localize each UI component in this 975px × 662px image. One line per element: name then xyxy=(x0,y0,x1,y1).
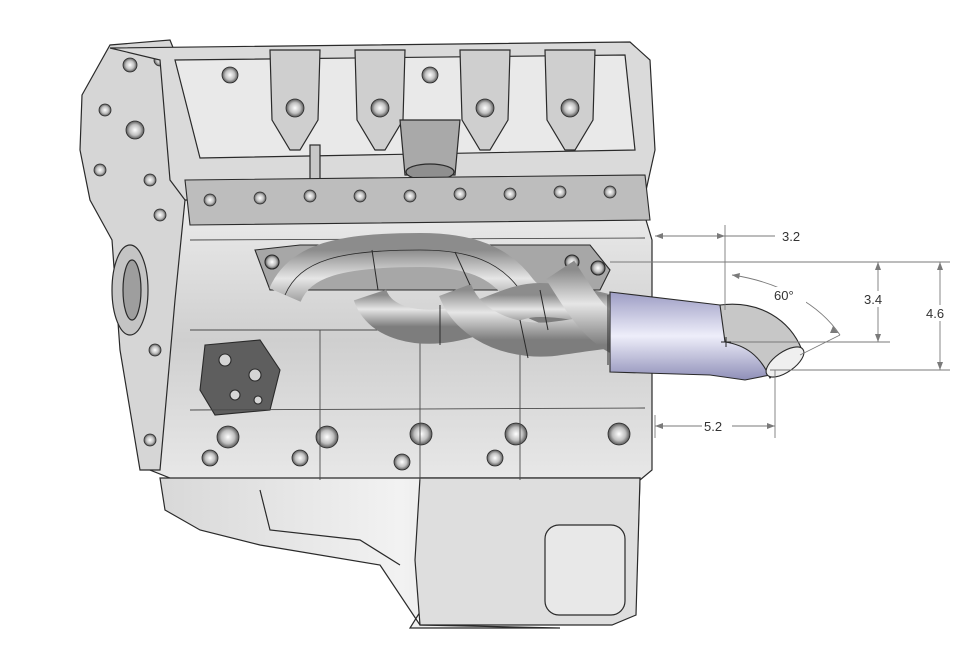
pan-sump xyxy=(544,524,626,616)
oil-pan xyxy=(159,477,641,629)
breather-tube xyxy=(309,144,321,181)
dim-label-angle: 60° xyxy=(774,288,794,303)
dim-label-outer-height: 4.6 xyxy=(926,306,944,321)
engine-drawing: 3.2 60° 3.4 4.6 5.2 xyxy=(79,39,956,629)
gasket-plate xyxy=(199,339,281,416)
dim-label-inner-height: 3.4 xyxy=(864,292,882,307)
cylinder-head xyxy=(184,174,651,226)
dim-label-bottom-offset: 5.2 xyxy=(704,419,722,434)
dim-label-top-offset: 3.2 xyxy=(782,229,800,244)
